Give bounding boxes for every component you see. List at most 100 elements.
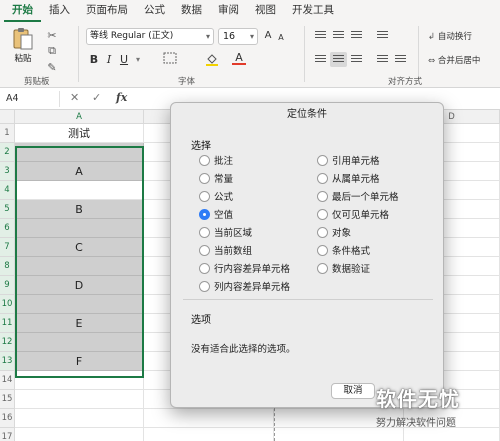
radio-option[interactable]: 批注: [199, 153, 233, 167]
row-header[interactable]: 2: [0, 143, 15, 162]
grid-cell[interactable]: [15, 333, 144, 352]
radio-option[interactable]: 仅可见单元格: [317, 207, 389, 221]
radio-button[interactable]: [317, 262, 328, 274]
grid-cell[interactable]: F: [15, 352, 144, 371]
radio-option[interactable]: 当前区域: [199, 225, 252, 239]
grid-cell[interactable]: [15, 295, 144, 314]
row-header[interactable]: 17: [0, 428, 15, 441]
font-name-select[interactable]: 等线 Regular (正文) ▾: [86, 28, 214, 45]
row-header[interactable]: 6: [0, 219, 15, 238]
row-header[interactable]: 5: [0, 200, 15, 219]
radio-button[interactable]: [199, 280, 210, 292]
grid-cell[interactable]: C: [15, 238, 144, 257]
select-all-corner[interactable]: [0, 110, 15, 124]
align-middle-icon[interactable]: [330, 28, 347, 43]
grid-cell[interactable]: [15, 143, 144, 162]
radio-button[interactable]: [317, 172, 328, 184]
radio-option[interactable]: 常量: [199, 171, 233, 185]
tab-formulas[interactable]: 公式: [136, 0, 173, 22]
radio-button[interactable]: [199, 208, 210, 220]
tab-home[interactable]: 开始: [4, 0, 41, 22]
fill-color-icon[interactable]: [204, 52, 220, 68]
paste-button[interactable]: 粘贴: [6, 26, 40, 72]
align-top-icon[interactable]: [312, 28, 329, 43]
increase-indent-icon[interactable]: [392, 52, 409, 67]
radio-button[interactable]: [199, 190, 210, 202]
grid-cell[interactable]: [15, 219, 144, 238]
radio-button[interactable]: [317, 226, 328, 238]
merge-center-button[interactable]: ⇔ 合并后居中: [428, 54, 480, 66]
row-header[interactable]: 7: [0, 238, 15, 257]
align-right-icon[interactable]: [348, 52, 365, 67]
row-header[interactable]: 11: [0, 314, 15, 333]
decrease-indent-icon[interactable]: [374, 52, 391, 67]
radio-button[interactable]: [317, 190, 328, 202]
confirm-icon[interactable]: ✓: [92, 91, 101, 104]
radio-button[interactable]: [317, 208, 328, 220]
grid-cell[interactable]: D: [15, 276, 144, 295]
radio-option[interactable]: 引用单元格: [317, 153, 380, 167]
tab-page-layout[interactable]: 页面布局: [78, 0, 136, 22]
radio-option[interactable]: 条件格式: [317, 243, 370, 257]
row-header[interactable]: 14: [0, 371, 15, 390]
radio-option[interactable]: 列内容差异单元格: [199, 279, 290, 293]
align-center-icon[interactable]: [330, 52, 347, 67]
radio-option[interactable]: 数据验证: [317, 261, 370, 275]
row-header[interactable]: 12: [0, 333, 15, 352]
radio-button[interactable]: [199, 172, 210, 184]
copy-icon[interactable]: ⧉: [44, 44, 60, 58]
row-header[interactable]: 1: [0, 124, 15, 143]
tab-review[interactable]: 审阅: [210, 0, 247, 22]
radio-button[interactable]: [199, 262, 210, 274]
tab-data[interactable]: 数据: [173, 0, 210, 22]
font-color-icon[interactable]: A: [232, 50, 246, 66]
row-header[interactable]: 8: [0, 257, 15, 276]
insert-function-icon[interactable]: fx: [116, 91, 127, 104]
grid-cell[interactable]: [144, 428, 274, 441]
column-header-a[interactable]: A: [15, 110, 144, 124]
row-header[interactable]: 13: [0, 352, 15, 371]
chevron-down-icon[interactable]: ▾: [134, 52, 142, 68]
wrap-text-button[interactable]: ↲ 自动换行: [428, 30, 472, 42]
row-header[interactable]: 10: [0, 295, 15, 314]
increase-font-icon[interactable]: A: [262, 28, 274, 44]
underline-button[interactable]: U: [118, 52, 130, 68]
tab-insert[interactable]: 插入: [41, 0, 78, 22]
orientation-icon[interactable]: [374, 28, 391, 43]
grid-cell[interactable]: [15, 428, 144, 441]
grid-cell[interactable]: 测试: [15, 124, 144, 143]
grid-cell[interactable]: E: [15, 314, 144, 333]
grid-cell[interactable]: A: [15, 162, 144, 181]
grid-cell[interactable]: [15, 181, 144, 200]
borders-icon[interactable]: [162, 52, 178, 68]
font-size-select[interactable]: 16 ▾: [218, 28, 258, 45]
radio-button[interactable]: [199, 244, 210, 256]
radio-option[interactable]: 从属单元格: [317, 171, 380, 185]
format-painter-icon[interactable]: ✎: [44, 60, 60, 74]
radio-option[interactable]: 对象: [317, 225, 351, 239]
radio-button[interactable]: [317, 244, 328, 256]
grid-cell[interactable]: B: [15, 200, 144, 219]
grid-cell[interactable]: [15, 257, 144, 276]
align-bottom-icon[interactable]: [348, 28, 365, 43]
radio-option[interactable]: 最后一个单元格: [317, 189, 399, 203]
row-header[interactable]: 16: [0, 409, 15, 428]
align-left-icon[interactable]: [312, 52, 329, 67]
row-header[interactable]: 15: [0, 390, 15, 409]
radio-button[interactable]: [199, 226, 210, 238]
radio-option[interactable]: 空值: [199, 207, 233, 221]
tab-view[interactable]: 视图: [247, 0, 284, 22]
decrease-font-icon[interactable]: A: [276, 30, 286, 46]
radio-option[interactable]: 公式: [199, 189, 233, 203]
cancel-button[interactable]: 取消: [331, 383, 375, 399]
radio-button[interactable]: [199, 154, 210, 166]
grid-cell[interactable]: [15, 390, 144, 409]
row-header[interactable]: 9: [0, 276, 15, 295]
grid-cell[interactable]: [144, 409, 274, 428]
radio-button[interactable]: [317, 154, 328, 166]
row-header[interactable]: 4: [0, 181, 15, 200]
tab-developer[interactable]: 开发工具: [284, 0, 342, 22]
grid-cell[interactable]: [15, 409, 144, 428]
grid-cell[interactable]: [15, 371, 144, 390]
name-box[interactable]: A4: [4, 91, 60, 107]
